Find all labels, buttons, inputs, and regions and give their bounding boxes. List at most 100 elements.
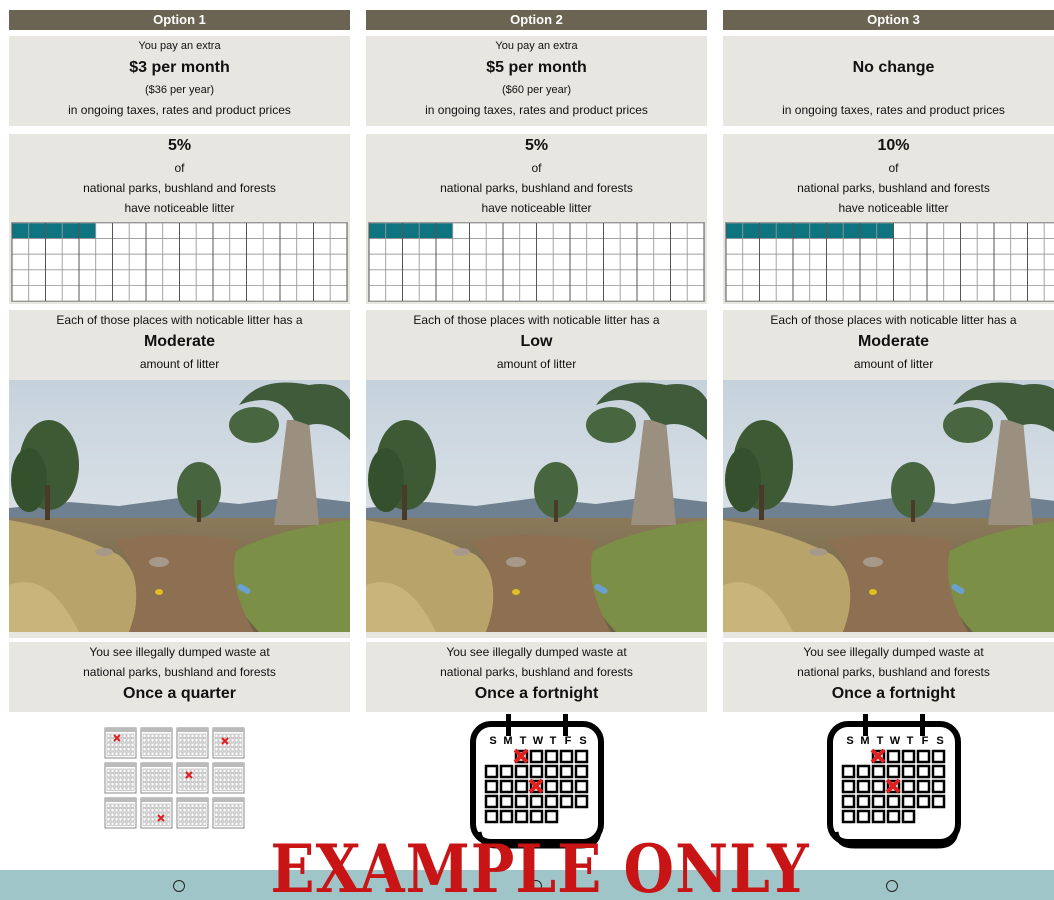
- grid-cell: [619, 269, 638, 286]
- grid-cell: [909, 269, 928, 286]
- grid-cell: [993, 253, 1012, 271]
- grid-cell: [95, 269, 113, 286]
- litter-section: 5% of national parks, bushland and fores…: [9, 134, 350, 304]
- grid-cell-filled: [12, 223, 30, 240]
- grid-cell-filled: [742, 223, 760, 240]
- grid-cell: [229, 238, 247, 255]
- grid-cell: [859, 238, 878, 255]
- grid-cell: [418, 238, 437, 255]
- grid-cell: [603, 253, 621, 271]
- litter-suffix: have noticeable litter: [481, 201, 592, 215]
- grid-cell: [519, 253, 537, 271]
- dump-section: You see illegally dumped waste at nation…: [366, 642, 707, 712]
- grid-cell: [162, 253, 180, 271]
- grid-cell: [28, 238, 46, 255]
- grid-cell: [670, 223, 688, 240]
- litter-grid-icon: [368, 222, 705, 302]
- grid-cell: [893, 269, 911, 286]
- grid-cell: [552, 238, 571, 255]
- amount-level: Moderate: [857, 333, 930, 350]
- cost-section: No change in ongoing taxes, rates and pr…: [723, 36, 1054, 126]
- grid-cell: [78, 238, 97, 255]
- grid-cell-filled: [402, 223, 420, 240]
- grid-cell: [653, 285, 671, 301]
- grid-cell-filled: [45, 223, 63, 240]
- option-column-2: Option 2 You pay an extra $5 per month (…: [366, 0, 707, 900]
- grid-cell: [28, 253, 46, 271]
- grid-cell: [45, 285, 63, 301]
- grid-cell: [145, 285, 164, 301]
- litter-percent: 5%: [524, 137, 549, 154]
- litter-of: of: [174, 161, 185, 175]
- grid-cell: [926, 238, 945, 255]
- litter-suffix: have noticeable litter: [838, 201, 949, 215]
- grid-cell: [1010, 238, 1028, 255]
- grid-cell: [653, 269, 671, 286]
- svg-text:S: S: [936, 735, 943, 747]
- grid-cell: [61, 253, 80, 271]
- grid-cell: [95, 285, 113, 301]
- dump-line1: You see illegally dumped waste at: [446, 645, 627, 659]
- grid-cell: [742, 253, 760, 271]
- grid-cell: [670, 269, 688, 286]
- grid-cell: [229, 269, 247, 286]
- grid-cell: [619, 223, 638, 240]
- svg-text:S: S: [846, 735, 853, 747]
- grid-cell: [279, 253, 298, 271]
- grid-cell: [726, 285, 744, 301]
- grid-cell: [569, 223, 588, 240]
- grid-cell: [586, 269, 604, 286]
- amount-suffix: amount of litter: [496, 357, 577, 371]
- grid-cell: [993, 238, 1012, 255]
- grid-cell: [145, 223, 164, 240]
- svg-text:W: W: [533, 735, 544, 747]
- svg-text:W: W: [890, 735, 901, 747]
- grid-cell: [569, 238, 588, 255]
- grid-cell: [45, 238, 63, 255]
- grid-cell: [1027, 223, 1045, 240]
- grid-cell: [435, 269, 454, 286]
- grid-cell: [61, 238, 80, 255]
- grid-cell: [279, 269, 298, 286]
- cost-suffix: in ongoing taxes, rates and product pric…: [782, 103, 1005, 117]
- grid-cell: [296, 238, 314, 255]
- grid-cell: [960, 223, 978, 240]
- amount-prefix: Each of those places with noticable litt…: [413, 313, 660, 327]
- cost-prefix: [723, 36, 1054, 56]
- grid-cell: [246, 269, 264, 286]
- grid-cell: [636, 223, 655, 240]
- grid-cell: [619, 285, 638, 301]
- grid-cell: [162, 238, 180, 255]
- grid-cell: [686, 223, 704, 240]
- grid-cell-filled: [826, 223, 844, 240]
- grid-cell: [519, 238, 537, 255]
- grid-cell: [759, 269, 777, 286]
- grid-cell: [435, 238, 454, 255]
- grid-cell: [586, 285, 604, 301]
- grid-cell: [686, 238, 704, 255]
- grid-cell: [61, 285, 80, 301]
- grid-cell: [552, 223, 571, 240]
- grid-cell: [842, 269, 861, 286]
- grid-cell: [313, 253, 331, 271]
- grid-cell: [893, 253, 911, 271]
- grid-cell: [1027, 285, 1045, 301]
- grid-cell: [469, 238, 487, 255]
- grid-cell: [1043, 253, 1054, 271]
- grid-cell: [145, 269, 164, 286]
- grid-cell: [976, 253, 995, 271]
- dump-frequency: Once a fortnight: [831, 685, 956, 702]
- grid-cell: [195, 223, 214, 240]
- grid-cell: [502, 285, 521, 301]
- grid-cell: [943, 269, 961, 286]
- grid-cell: [926, 269, 945, 286]
- option-3-radio-button[interactable]: [886, 880, 898, 892]
- grid-cell: [12, 253, 30, 271]
- cost-section: You pay an extra $5 per month ($60 per y…: [366, 36, 707, 126]
- option-1-radio-button[interactable]: [173, 880, 185, 892]
- litter-of: of: [531, 161, 542, 175]
- grid-cell: [686, 285, 704, 301]
- grid-cell: [452, 269, 470, 286]
- grid-cell-filled: [876, 223, 894, 240]
- dump-frequency: Once a quarter: [123, 685, 236, 702]
